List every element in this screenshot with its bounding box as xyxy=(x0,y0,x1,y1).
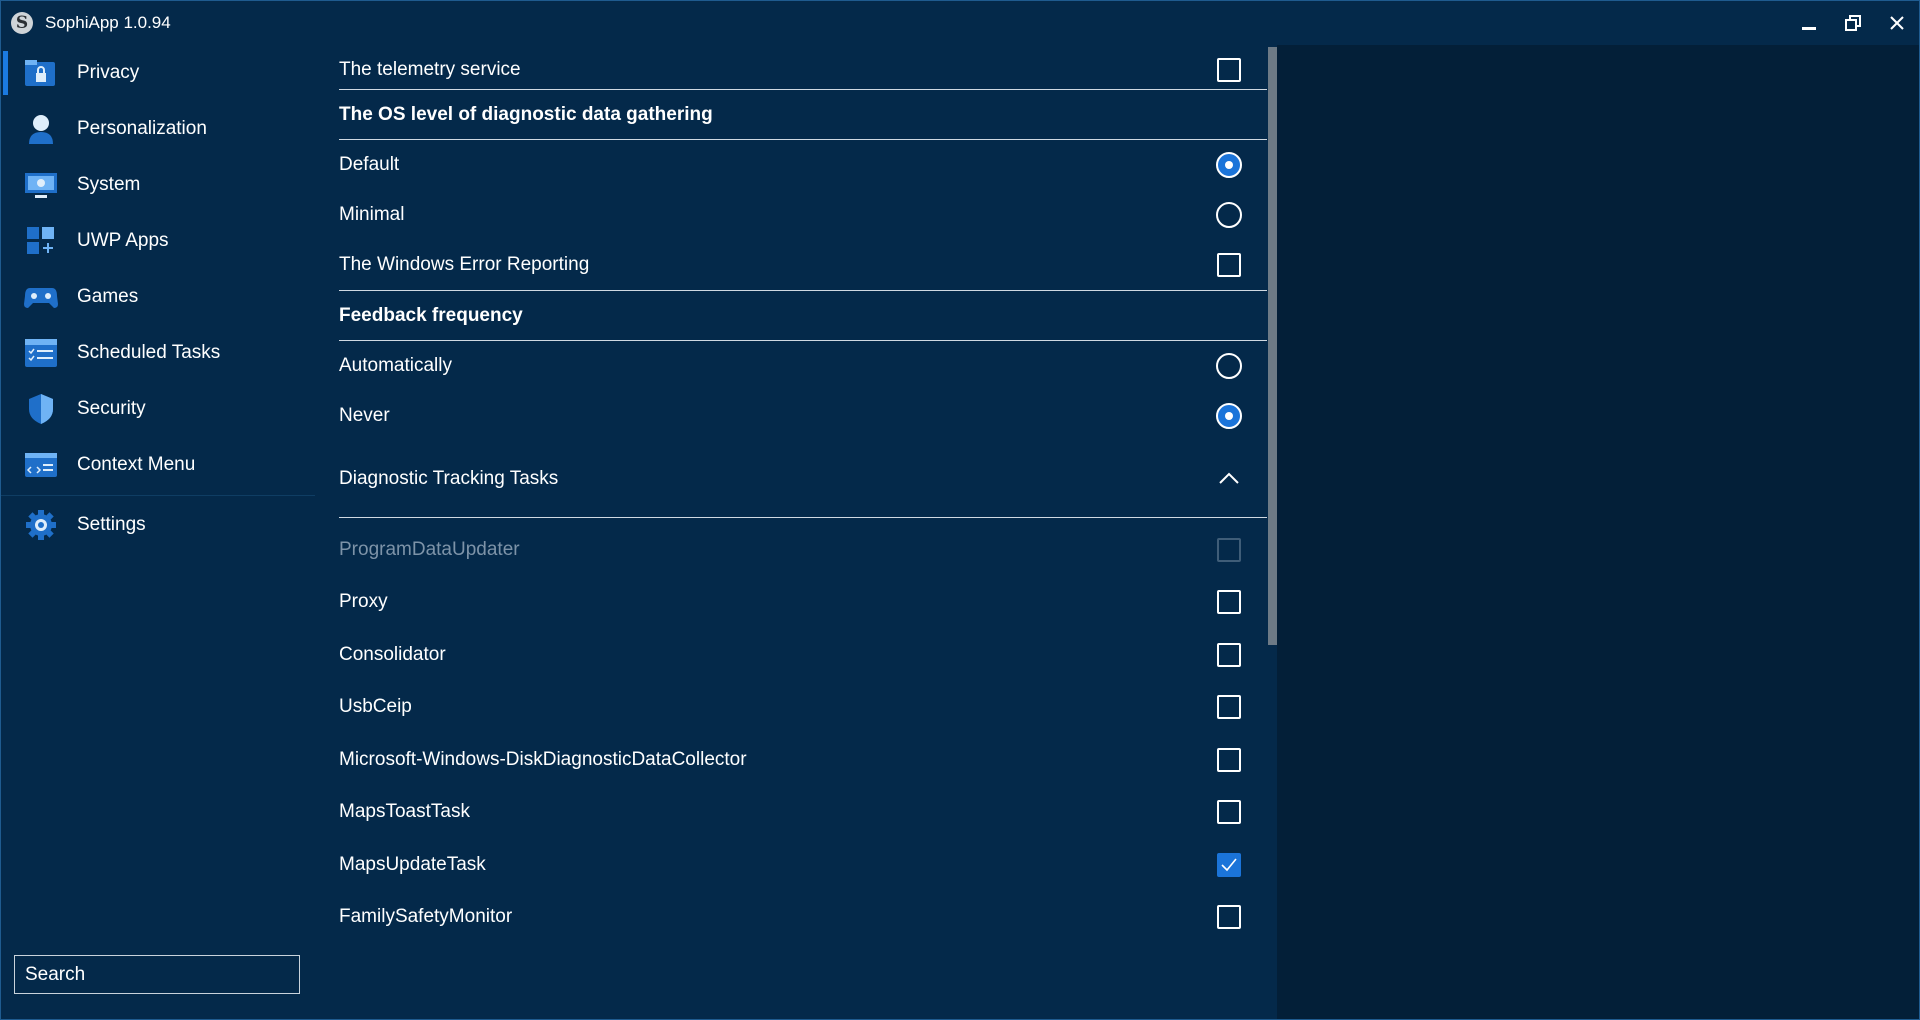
task-label: MapsToastTask xyxy=(339,801,470,822)
sidebar-item-privacy[interactable]: Privacy xyxy=(1,45,315,101)
sidebar-item-label: Personalization xyxy=(77,118,207,139)
task-label: Microsoft-Windows-DiskDiagnosticDataColl… xyxy=(339,749,747,770)
sidebar-item-label: Settings xyxy=(77,514,146,535)
task-label: FamilySafetyMonitor xyxy=(339,906,513,927)
task-checkbox[interactable] xyxy=(1217,590,1241,614)
feedback-never-radio[interactable] xyxy=(1216,403,1242,429)
code-window-icon xyxy=(23,447,59,483)
diag-data-header: The OS level of diagnostic data gatherin… xyxy=(339,90,1269,140)
restore-icon xyxy=(1845,15,1861,31)
sidebar-item-uwp-apps[interactable]: UWP Apps xyxy=(1,213,315,269)
right-empty-pane xyxy=(1277,45,1919,1019)
sidebar-item-system[interactable]: System xyxy=(1,157,315,213)
sidebar-item-security[interactable]: Security xyxy=(1,381,315,437)
feedback-option-never[interactable]: Never xyxy=(339,391,1269,441)
restore-button[interactable] xyxy=(1831,7,1875,39)
telemetry-checkbox[interactable] xyxy=(1217,58,1241,82)
shield-icon xyxy=(23,391,59,427)
feedback-option-label: Automatically xyxy=(339,355,452,376)
task-checkbox[interactable] xyxy=(1217,643,1241,667)
app-title: SophiApp 1.0.94 xyxy=(45,13,171,32)
sidebar-item-context-menu[interactable]: Context Menu xyxy=(1,437,315,493)
gamepad-icon xyxy=(23,279,59,315)
title-bar: S SophiApp 1.0.94 xyxy=(1,1,1919,45)
telemetry-label: The telemetry service xyxy=(339,59,521,80)
task-usbceip[interactable]: UsbCeip xyxy=(339,682,1269,732)
task-checkbox xyxy=(1217,538,1241,562)
diag-option-default[interactable]: Default xyxy=(339,140,1269,190)
diag-data-header-label: The OS level of diagnostic data gatherin… xyxy=(339,104,713,125)
task-label: ProgramDataUpdater xyxy=(339,539,520,560)
sidebar-item-label: System xyxy=(77,174,141,195)
divider xyxy=(339,517,1269,518)
feedback-option-label: Never xyxy=(339,405,390,426)
apps-grid-icon xyxy=(23,223,59,259)
task-proxy[interactable]: Proxy xyxy=(339,577,1269,627)
diag-option-minimal[interactable]: Minimal xyxy=(339,190,1269,240)
sidebar-item-label: Security xyxy=(77,398,146,419)
chevron-up-icon[interactable] xyxy=(1215,465,1243,493)
task-program-data-updater: ProgramDataUpdater xyxy=(339,525,1269,575)
monitor-settings-icon xyxy=(23,167,59,203)
task-maps-update-task[interactable]: MapsUpdateTask xyxy=(339,840,1269,890)
task-checkbox[interactable] xyxy=(1217,905,1241,929)
search-input[interactable] xyxy=(15,956,299,993)
close-button[interactable] xyxy=(1875,7,1919,39)
sidebar: Privacy Personalization System UWP Apps … xyxy=(1,45,315,1019)
task-label: Consolidator xyxy=(339,644,446,665)
task-disk-diagnostic-data-collector[interactable]: Microsoft-Windows-DiskDiagnosticDataColl… xyxy=(339,735,1269,785)
minimize-button[interactable] xyxy=(1787,7,1831,39)
app-logo: S xyxy=(11,12,33,34)
task-label: UsbCeip xyxy=(339,696,412,717)
feedback-option-automatically[interactable]: Automatically xyxy=(339,341,1269,391)
sidebar-item-label: UWP Apps xyxy=(77,230,169,251)
diag-default-radio[interactable] xyxy=(1216,152,1242,178)
close-icon xyxy=(1890,16,1904,30)
sidebar-item-label: Scheduled Tasks xyxy=(77,342,221,363)
task-maps-toast-task[interactable]: MapsToastTask xyxy=(339,787,1269,837)
task-checkbox[interactable] xyxy=(1217,853,1241,877)
sidebar-divider xyxy=(1,495,315,496)
checkmark-icon xyxy=(1221,858,1237,872)
diag-option-label: Minimal xyxy=(339,204,405,225)
task-checkbox[interactable] xyxy=(1217,800,1241,824)
lock-folder-icon xyxy=(23,55,59,91)
task-family-safety-monitor[interactable]: FamilySafetyMonitor xyxy=(339,892,1269,942)
error-reporting-row[interactable]: The Windows Error Reporting xyxy=(339,240,1269,290)
privacy-settings-panel: The telemetry service The OS level of di… xyxy=(315,45,1277,1019)
task-consolidator[interactable]: Consolidator xyxy=(339,630,1269,680)
feedback-automatically-radio[interactable] xyxy=(1216,353,1242,379)
feedback-frequency-header: Feedback frequency xyxy=(339,291,1269,341)
error-reporting-checkbox[interactable] xyxy=(1217,253,1241,277)
feedback-header-label: Feedback frequency xyxy=(339,305,523,326)
gear-icon xyxy=(23,507,59,543)
sidebar-item-label: Games xyxy=(77,286,139,307)
diag-minimal-radio[interactable] xyxy=(1216,202,1242,228)
sidebar-item-scheduled-tasks[interactable]: Scheduled Tasks xyxy=(1,325,315,381)
task-checkbox[interactable] xyxy=(1217,695,1241,719)
tracking-tasks-label: Diagnostic Tracking Tasks xyxy=(339,468,559,489)
sidebar-item-settings[interactable]: Settings xyxy=(1,497,315,553)
scrollbar-thumb[interactable] xyxy=(1268,47,1277,645)
sidebar-item-personalization[interactable]: Personalization xyxy=(1,101,315,157)
minimize-icon xyxy=(1802,27,1816,30)
person-icon xyxy=(23,111,59,147)
error-reporting-label: The Windows Error Reporting xyxy=(339,254,590,275)
app-window: S SophiApp 1.0.94 Privacy Personalizatio… xyxy=(0,0,1920,1020)
telemetry-row[interactable]: The telemetry service xyxy=(339,45,1269,95)
task-label: Proxy xyxy=(339,591,388,612)
sidebar-item-label: Context Menu xyxy=(77,454,196,475)
task-label: MapsUpdateTask xyxy=(339,854,486,875)
sidebar-item-games[interactable]: Games xyxy=(1,269,315,325)
search-box xyxy=(14,955,300,994)
tracking-tasks-expander[interactable]: Diagnostic Tracking Tasks xyxy=(339,454,1269,504)
sidebar-item-label: Privacy xyxy=(77,62,140,83)
task-checkbox[interactable] xyxy=(1217,748,1241,772)
diag-option-label: Default xyxy=(339,154,400,175)
checklist-icon xyxy=(23,335,59,371)
